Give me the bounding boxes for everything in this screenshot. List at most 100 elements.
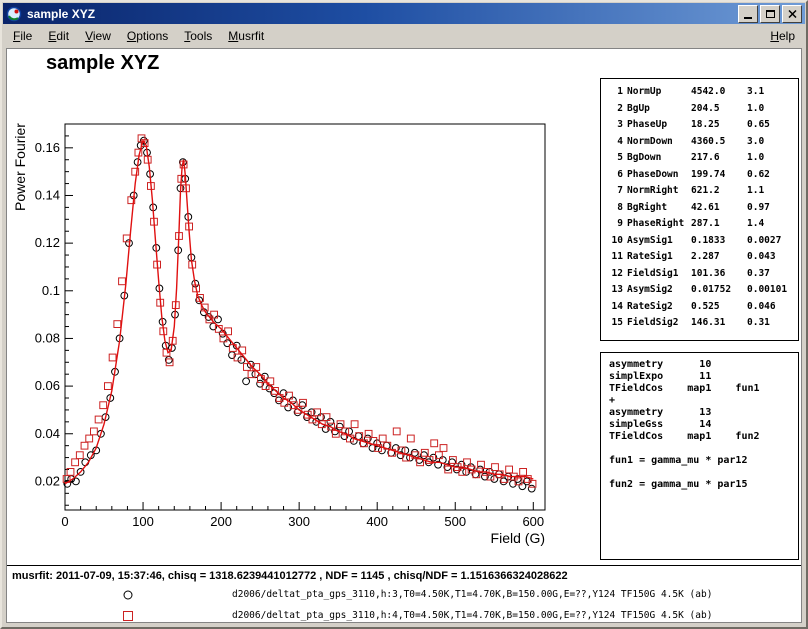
svg-text:0.04: 0.04 xyxy=(35,426,60,441)
param-name: RateSig1 xyxy=(627,249,687,266)
param-num: 10 xyxy=(609,233,623,250)
param-error: 0.62 xyxy=(747,167,798,184)
param-value: 199.74 xyxy=(691,167,743,184)
minimize-button[interactable] xyxy=(738,5,758,23)
param-error: 0.043 xyxy=(747,249,798,266)
param-num: 5 xyxy=(609,150,623,167)
param-name: AsymSig1 xyxy=(627,233,687,250)
legend-entry: d2006/deltat_pta_gps_3110,h:4,T0=4.50K,T… xyxy=(7,605,801,623)
param-num: 14 xyxy=(609,299,623,316)
close-icon xyxy=(788,10,797,18)
legend-label: d2006/deltat_pta_gps_3110,h:3,T0=4.50K,T… xyxy=(232,589,712,600)
param-row: 6PhaseDown199.740.62 xyxy=(609,167,798,184)
param-row: 1NormUp4542.03.1 xyxy=(609,84,798,101)
param-name: NormUp xyxy=(627,84,687,101)
theory-line: simplExpo 11 xyxy=(609,371,798,383)
theory-line xyxy=(609,443,798,455)
param-name: NormRight xyxy=(627,183,687,200)
maximize-icon xyxy=(766,10,775,18)
titlebar[interactable]: sample XYZ xyxy=(3,3,805,24)
fit-status-text: musrfit: 2011-07-09, 15:37:46, chisq = 1… xyxy=(12,570,568,582)
param-num: 9 xyxy=(609,216,623,233)
theory-line: fun1 = gamma_mu * par12 xyxy=(609,455,798,467)
legend-label: d2006/deltat_pta_gps_3110,h:4,T0=4.50K,T… xyxy=(232,610,712,621)
param-error: 0.97 xyxy=(747,200,798,217)
app-window: sample XYZ File Edit View Options Tools … xyxy=(0,0,808,629)
param-num: 3 xyxy=(609,117,623,134)
param-error: 0.31 xyxy=(747,315,798,332)
param-num: 12 xyxy=(609,266,623,283)
param-value: 101.36 xyxy=(691,266,743,283)
menu-help[interactable]: Help xyxy=(762,26,803,46)
menu-musrfit[interactable]: Musrfit xyxy=(220,26,272,46)
svg-text:0.12: 0.12 xyxy=(35,235,60,250)
theory-line: simpleGss 14 xyxy=(609,419,798,431)
param-value: 42.61 xyxy=(691,200,743,217)
param-value: 621.2 xyxy=(691,183,743,200)
menu-view[interactable]: View xyxy=(77,26,119,46)
y-axis-title: Power Fourier xyxy=(12,123,28,211)
param-value: 204.5 xyxy=(691,101,743,118)
theory-line: asymmetry 13 xyxy=(609,407,798,419)
param-row: 2BgUp204.51.0 xyxy=(609,101,798,118)
menu-file[interactable]: File xyxy=(5,26,40,46)
svg-text:200: 200 xyxy=(210,514,232,529)
param-value: 2.287 xyxy=(691,249,743,266)
menu-tools[interactable]: Tools xyxy=(176,26,220,46)
param-value: 0.525 xyxy=(691,299,743,316)
svg-text:500: 500 xyxy=(444,514,466,529)
param-row: 4NormDown4360.53.0 xyxy=(609,134,798,151)
param-error: 1.0 xyxy=(747,150,798,167)
svg-text:600: 600 xyxy=(522,514,544,529)
param-row: 11RateSig12.2870.043 xyxy=(609,249,798,266)
param-name: PhaseRight xyxy=(627,216,687,233)
param-row: 10AsymSig10.18330.0027 xyxy=(609,233,798,250)
window-title: sample XYZ xyxy=(27,7,738,21)
close-button[interactable] xyxy=(782,5,802,23)
param-num: 1 xyxy=(609,84,623,101)
param-name: FieldSig1 xyxy=(627,266,687,283)
param-value: 4360.5 xyxy=(691,134,743,151)
param-num: 2 xyxy=(609,101,623,118)
param-error: 3.0 xyxy=(747,134,798,151)
param-error: 0.046 xyxy=(747,299,798,316)
svg-text:0.08: 0.08 xyxy=(35,330,60,345)
param-value: 18.25 xyxy=(691,117,743,134)
app-icon xyxy=(6,6,22,22)
svg-text:0.02: 0.02 xyxy=(35,473,60,488)
param-name: BgDown xyxy=(627,150,687,167)
param-num: 13 xyxy=(609,282,623,299)
param-num: 6 xyxy=(609,167,623,184)
x-axis-title: Field (G) xyxy=(491,530,545,546)
separator-line xyxy=(7,565,801,566)
param-num: 4 xyxy=(609,134,623,151)
run-legend: d2006/deltat_pta_gps_3110,h:3,T0=4.50K,T… xyxy=(7,584,801,623)
menu-options[interactable]: Options xyxy=(119,26,176,46)
param-num: 11 xyxy=(609,249,623,266)
param-row: 12FieldSig1101.360.37 xyxy=(609,266,798,283)
theory-line: asymmetry 10 xyxy=(609,359,798,371)
theory-line xyxy=(609,467,798,479)
param-row: 14RateSig20.5250.046 xyxy=(609,299,798,316)
param-name: PhaseDown xyxy=(627,167,687,184)
param-error: 0.37 xyxy=(747,266,798,283)
parameter-box: 1NormUp4542.03.12BgUp204.51.03PhaseUp18.… xyxy=(600,78,799,341)
param-num: 8 xyxy=(609,200,623,217)
svg-text:400: 400 xyxy=(366,514,388,529)
param-value: 287.1 xyxy=(691,216,743,233)
svg-text:100: 100 xyxy=(132,514,154,529)
maximize-button[interactable] xyxy=(760,5,780,23)
param-value: 146.31 xyxy=(691,315,743,332)
param-value: 0.01752 xyxy=(691,282,743,299)
minimize-icon xyxy=(744,17,752,19)
svg-text:0.14: 0.14 xyxy=(35,187,60,202)
legend-entry: d2006/deltat_pta_gps_3110,h:3,T0=4.50K,T… xyxy=(7,584,801,605)
theory-line: TFieldCos map1 fun2 xyxy=(609,431,798,443)
param-name: AsymSig2 xyxy=(627,282,687,299)
param-error: 3.1 xyxy=(747,84,798,101)
menu-edit[interactable]: Edit xyxy=(40,26,77,46)
param-num: 7 xyxy=(609,183,623,200)
param-row: 5BgDown217.61.0 xyxy=(609,150,798,167)
param-row: 9PhaseRight287.11.4 xyxy=(609,216,798,233)
theory-line: TFieldCos map1 fun1 xyxy=(609,383,798,395)
